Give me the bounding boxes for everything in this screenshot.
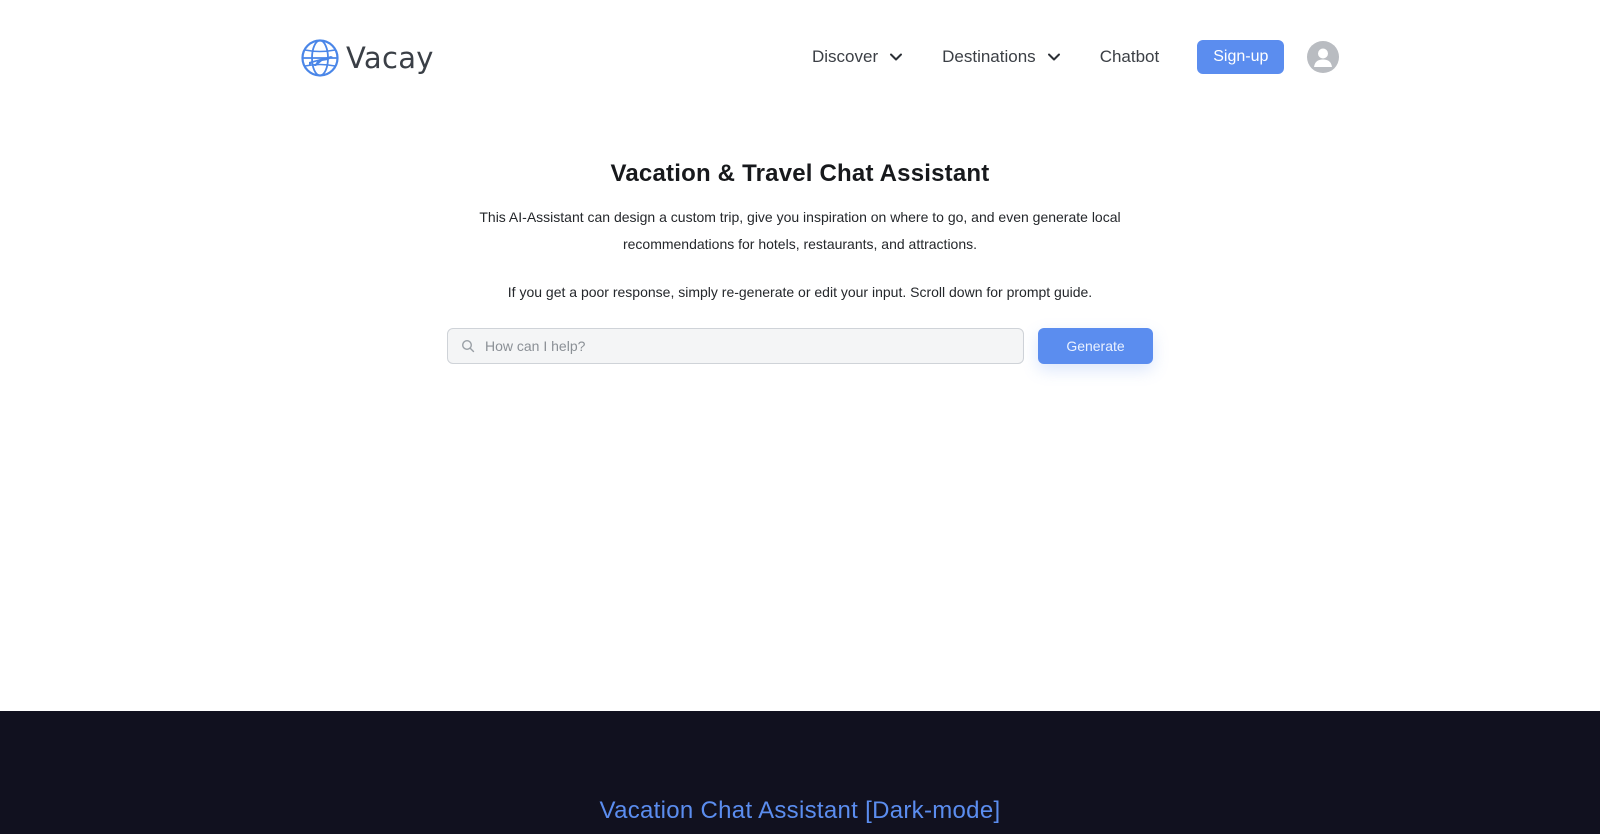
user-avatar-icon[interactable] — [1307, 41, 1340, 73]
main-nav: Discover Destinations Chatbot Sign-up — [812, 39, 1340, 75]
search-input[interactable] — [483, 337, 1007, 355]
search-box[interactable] — [447, 328, 1024, 364]
chevron-down-icon — [890, 53, 903, 61]
assistant-description: This AI-Assistant can design a custom tr… — [479, 209, 1121, 252]
nav-chatbot[interactable]: Chatbot — [1100, 47, 1160, 67]
brand-name: Vacay — [346, 41, 434, 75]
site-header: Vacay Discover Destinations Chatbot Sign… — [0, 0, 1600, 115]
regenerate-note: If you get a poor response, simply re-ge… — [507, 284, 1093, 300]
dark-mode-section: Vacation Chat Assistant [Dark-mode] — [0, 711, 1600, 834]
nav-destinations-label: Destinations — [942, 47, 1036, 66]
brand-logo-link[interactable]: Vacay — [300, 38, 434, 78]
search-icon — [461, 339, 475, 353]
chevron-down-icon — [1047, 53, 1060, 61]
chat-hero: Vacation & Travel Chat Assistant This AI… — [0, 160, 1600, 364]
nav-discover[interactable]: Discover — [812, 47, 904, 67]
generate-button[interactable]: Generate — [1038, 328, 1153, 364]
page: Vacay Discover Destinations Chatbot Sign… — [0, 0, 1600, 834]
page-title: Vacation & Travel Chat Assistant — [610, 160, 990, 187]
nav-destinations[interactable]: Destinations — [942, 47, 1062, 67]
nav-discover-label: Discover — [812, 47, 879, 66]
dark-section-title: Vacation Chat Assistant [Dark-mode] — [599, 797, 1001, 824]
user-silhouette-icon — [1314, 48, 1333, 67]
nav-chatbot-label: Chatbot — [1099, 47, 1160, 66]
globe-airplane-icon — [301, 39, 339, 77]
prompt-bar: Generate — [447, 328, 1153, 364]
signup-button[interactable]: Sign-up — [1197, 40, 1285, 74]
